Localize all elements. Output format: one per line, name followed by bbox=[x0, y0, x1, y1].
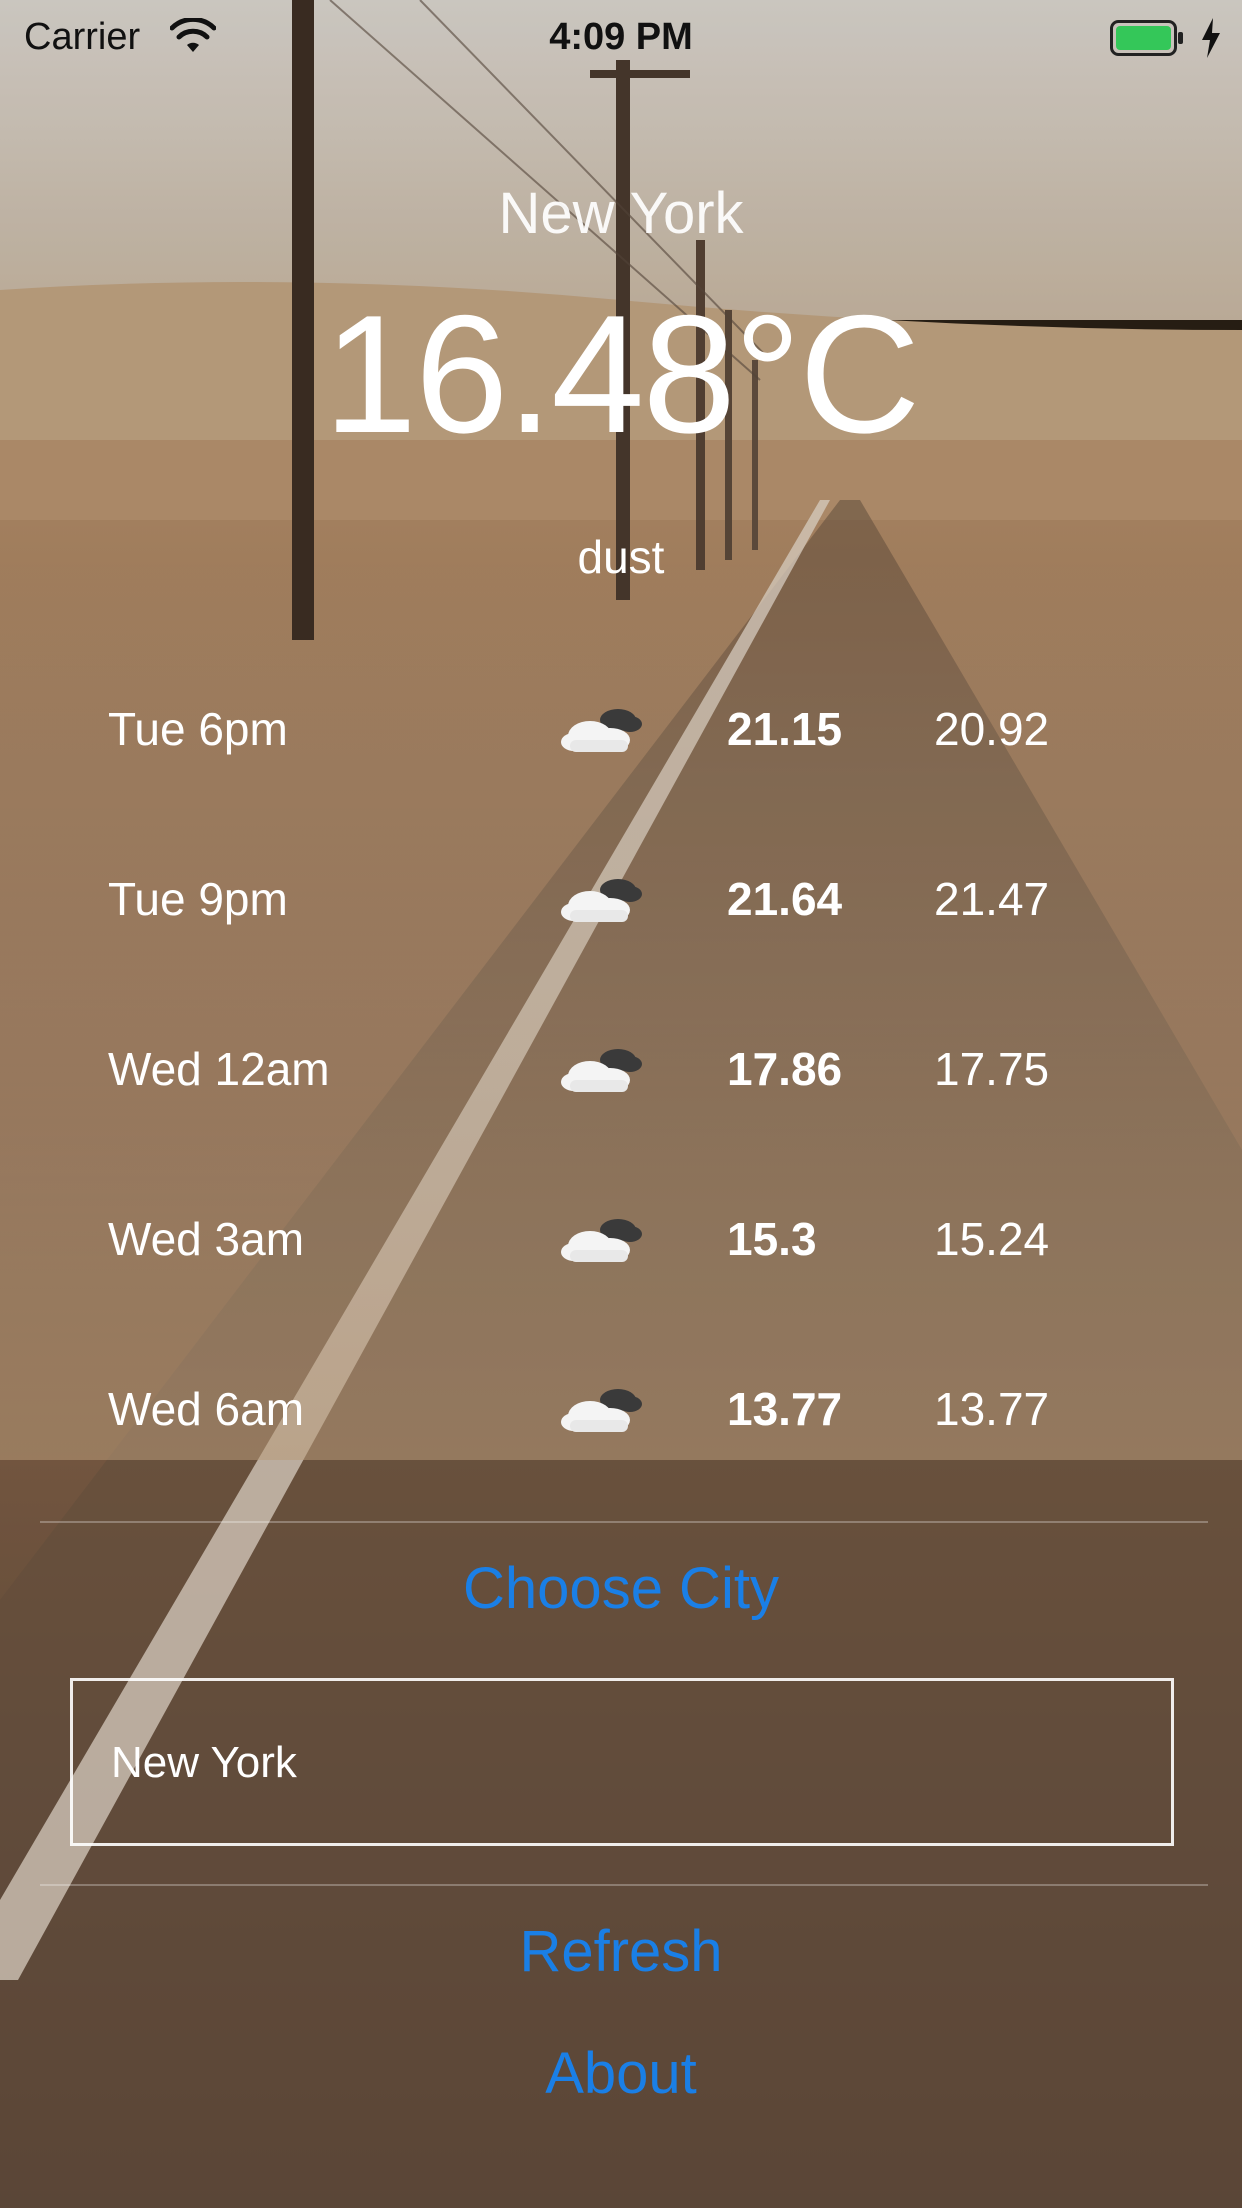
divider bbox=[40, 1884, 1208, 1886]
divider bbox=[40, 1521, 1208, 1523]
weather-description: dust bbox=[577, 531, 665, 583]
city-input[interactable] bbox=[109, 1681, 1153, 1845]
forecast-time: Wed 6am bbox=[108, 1383, 305, 1435]
forecast-time: Wed 12am bbox=[108, 1043, 330, 1095]
charging-bolt-icon bbox=[1202, 18, 1220, 58]
forecast-row: Wed 3am 15.3 15.24 bbox=[0, 1188, 1242, 1288]
forecast-high: 13.77 bbox=[727, 1383, 843, 1435]
forecast-low: 15.24 bbox=[934, 1213, 1050, 1265]
partly-cloudy-icon bbox=[561, 1389, 642, 1432]
partly-cloudy-icon bbox=[561, 879, 642, 922]
city-field bbox=[70, 1678, 1174, 1846]
weather-screen: Carrier 4:09 PM New York 16.48°C dust Tu… bbox=[0, 0, 1242, 2208]
partly-cloudy-icon bbox=[561, 1219, 642, 1262]
forecast-high: 21.15 bbox=[727, 703, 843, 755]
status-bar: Carrier 4:09 PM bbox=[0, 0, 1242, 80]
forecast-row: Tue 9pm 21.64 21.47 bbox=[0, 848, 1242, 948]
city-name: New York bbox=[498, 181, 744, 246]
forecast-low: 17.75 bbox=[934, 1043, 1050, 1095]
forecast-row: Tue 6pm 21.15 20.92 bbox=[0, 678, 1242, 778]
choose-city-button[interactable]: Choose City bbox=[0, 1555, 1242, 1622]
forecast-high: 15.3 bbox=[727, 1213, 817, 1265]
status-time: 4:09 PM bbox=[549, 16, 693, 58]
partly-cloudy-icon bbox=[561, 709, 642, 752]
forecast-time: Wed 3am bbox=[108, 1213, 305, 1265]
battery-icon bbox=[1110, 20, 1183, 56]
forecast-high: 17.86 bbox=[727, 1043, 843, 1095]
forecast-low: 13.77 bbox=[934, 1383, 1050, 1435]
forecast-row: Wed 12am 17.86 17.75 bbox=[0, 1018, 1242, 1118]
forecast-time: Tue 9pm bbox=[108, 873, 288, 925]
refresh-button[interactable]: Refresh bbox=[0, 1918, 1242, 1985]
forecast-high: 21.64 bbox=[727, 873, 843, 925]
about-button[interactable]: About bbox=[0, 2040, 1242, 2107]
forecast-low: 20.92 bbox=[934, 703, 1050, 755]
forecast-row: Wed 6am 13.77 13.77 bbox=[0, 1358, 1242, 1458]
forecast-low: 21.47 bbox=[934, 873, 1050, 925]
partly-cloudy-icon bbox=[561, 1049, 642, 1092]
current-temperature: 16.48°C bbox=[323, 280, 921, 468]
forecast-time: Tue 6pm bbox=[108, 703, 288, 755]
